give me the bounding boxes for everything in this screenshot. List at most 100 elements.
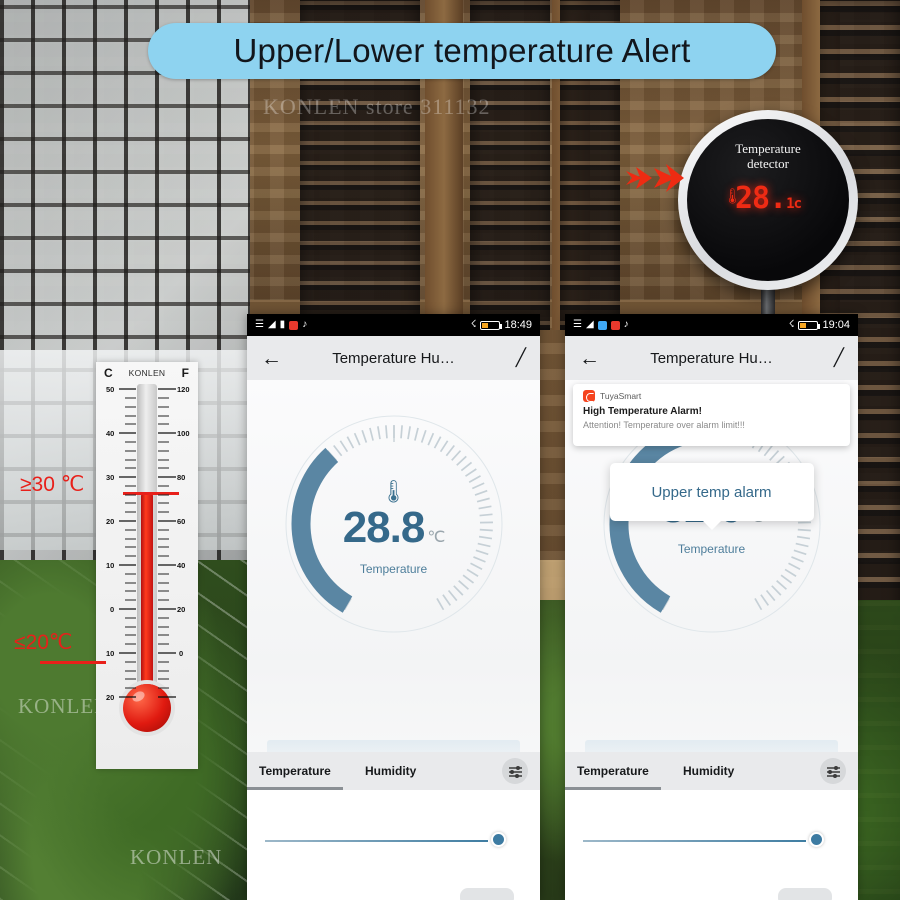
gauge-label-right: Temperature: [677, 542, 746, 556]
c-tick-50: 50: [106, 385, 115, 394]
tab-temperature-label-right: Temperature: [577, 764, 649, 778]
lower-pane-right: [565, 790, 858, 900]
slider-knob-right[interactable]: [809, 832, 824, 847]
analog-thermometer-panel: C KONLEN F 50 40 30 20 10 0 10 20 120 10…: [96, 362, 198, 769]
upper-temp-alarm-tooltip[interactable]: Upper temp alarm: [609, 463, 814, 530]
c-tick-10: 10: [106, 561, 115, 570]
gauge-unit-left: ℃: [427, 529, 445, 546]
f-tick-120: 120: [177, 385, 190, 394]
c-tick-40: 40: [106, 429, 115, 438]
tab-humidity-label-left: Humidity: [365, 764, 417, 778]
status-bar-left: ☰ ◢ ▮ ♪ ☇ 18:49: [247, 314, 540, 336]
signal-icon: ☰: [573, 319, 582, 330]
notification-card[interactable]: TuyaSmart High Temperature Alarm! Attent…: [573, 384, 850, 446]
device-reading-value: 28.: [734, 181, 787, 216]
bluetooth-icon: ☇: [470, 319, 477, 330]
slider-knob-left[interactable]: [491, 832, 506, 847]
f-tick-100: 100: [177, 429, 190, 438]
notification-header: TuyaSmart: [583, 390, 840, 402]
temperature-slider-left[interactable]: [265, 832, 506, 847]
f-tick-0: 0: [179, 649, 184, 658]
sliders-icon[interactable]: [820, 758, 846, 784]
tab-bar-left: Temperature Humidity: [247, 752, 540, 790]
c-tick-n20: 20: [106, 693, 115, 702]
device-reading: 28.1c: [687, 181, 849, 216]
device-title: Temperature detector: [687, 141, 849, 171]
lower-pane-left: [247, 790, 540, 900]
lower-threshold-label: ≤20℃: [14, 631, 73, 654]
wifi-icon: ◢: [267, 319, 276, 330]
status-time-right: 19:04: [822, 319, 850, 331]
f-tick-20: 20: [177, 605, 186, 614]
sim-icon: ▮: [279, 319, 286, 330]
tab-humidity-left[interactable]: Humidity: [343, 752, 416, 790]
app-bar-left: ← Temperature Hu… ╱: [247, 336, 540, 380]
f-tick-80: 80: [177, 473, 186, 482]
edit-icon[interactable]: ╱: [516, 348, 526, 368]
app-title-right: Temperature Hu…: [650, 349, 773, 367]
app-badge-icon: [289, 320, 299, 330]
music-icon: ♪: [623, 319, 629, 330]
tab-temperature-left[interactable]: Temperature: [247, 752, 343, 790]
app-bar-right: ← Temperature Hu… ╱: [565, 336, 858, 380]
device-display: Temperature detector 🌡 28.1c: [687, 119, 849, 281]
gauge-value-left: 28.8 ℃: [274, 502, 514, 564]
gauge-readout-left: 🌡 28.8 ℃ Temperature: [274, 479, 514, 577]
wifi-icon: ◢: [585, 319, 594, 330]
tab-humidity-right[interactable]: Humidity: [661, 752, 734, 790]
temperature-slider-right[interactable]: [583, 832, 824, 847]
app-badge-icon: [610, 320, 620, 330]
tooltip-text: Upper temp alarm: [651, 483, 772, 501]
music-icon: ♪: [302, 319, 308, 330]
back-button-right[interactable]: ←: [579, 348, 600, 369]
slider-track-left: [265, 840, 488, 842]
sliders-glyph: [508, 765, 522, 778]
battery-icon: [480, 320, 503, 330]
alert-waves-icon: [626, 164, 684, 192]
phone-screenshot-left: ☰ ◢ ▮ ♪ ☇ 18:49 ← Temperature Hu… ╱ 🌡 28…: [247, 314, 540, 900]
notification-app-name: TuyaSmart: [600, 391, 642, 401]
tuyasmart-logo-icon: [583, 390, 595, 402]
gauge-label-left: Temperature: [359, 562, 428, 576]
back-button-left[interactable]: ←: [261, 348, 282, 369]
upper-threshold-label: ≥30 ℃: [20, 473, 85, 496]
lower-threshold-underline: [40, 661, 106, 664]
device-reading-unit: c: [793, 196, 803, 212]
app-badge-icon-blue: [597, 320, 607, 330]
bottom-button-stub-right[interactable]: [778, 888, 832, 900]
f-tick-40: 40: [177, 561, 186, 570]
device-title-line1: Temperature: [735, 141, 801, 156]
tab-bar-right: Temperature Humidity: [565, 752, 858, 790]
app-screen-left: 🌡 28.8 ℃ Temperature Temperature Humidity: [247, 380, 540, 900]
watermark-top: KONLEN store 311132: [263, 94, 491, 119]
sliders-glyph: [826, 765, 840, 778]
page-title-banner: Upper/Lower temperature Alert: [148, 23, 776, 79]
c-tick-0: 0: [110, 605, 115, 614]
notification-body: Attention! Temperature over alarm limit!…: [583, 420, 745, 430]
slider-track-right: [583, 840, 806, 842]
tab-humidity-label-right: Humidity: [683, 764, 735, 778]
phone-screenshot-right: ☰ ◢ ♪ ☇ 19:04 ← Temperature Hu… ╱ TuyaSm…: [565, 314, 858, 900]
thermometer-icon: 🌡: [379, 479, 408, 504]
edit-icon[interactable]: ╱: [834, 348, 844, 368]
temperature-gauge-left: 🌡 28.8 ℃ Temperature: [274, 404, 514, 644]
app-title-left: Temperature Hu…: [332, 349, 455, 367]
gauge-value-number-left: 28.8: [342, 503, 426, 552]
c-tick-30: 30: [106, 473, 115, 482]
device-reading-decimal: 1: [786, 196, 795, 212]
status-bar-right: ☰ ◢ ♪ ☇ 19:04: [565, 314, 858, 336]
status-time-left: 18:49: [504, 319, 532, 331]
temperature-detector-device: Temperature detector 🌡 28.1c: [626, 110, 858, 338]
page-title: Upper/Lower temperature Alert: [233, 32, 691, 69]
c-tick-20: 20: [106, 517, 115, 526]
device-title-line2: detector: [747, 156, 789, 171]
sliders-icon[interactable]: [502, 758, 528, 784]
f-tick-60: 60: [177, 517, 186, 526]
tab-temperature-label-left: Temperature: [259, 764, 331, 778]
bottom-button-stub-left[interactable]: [460, 888, 514, 900]
signal-icon: ☰: [255, 319, 264, 330]
battery-icon: [798, 320, 821, 330]
tab-temperature-right[interactable]: Temperature: [565, 752, 661, 790]
app-screen-right: TuyaSmart High Temperature Alarm! Attent…: [565, 380, 858, 900]
c-tick-n10: 10: [106, 649, 115, 658]
